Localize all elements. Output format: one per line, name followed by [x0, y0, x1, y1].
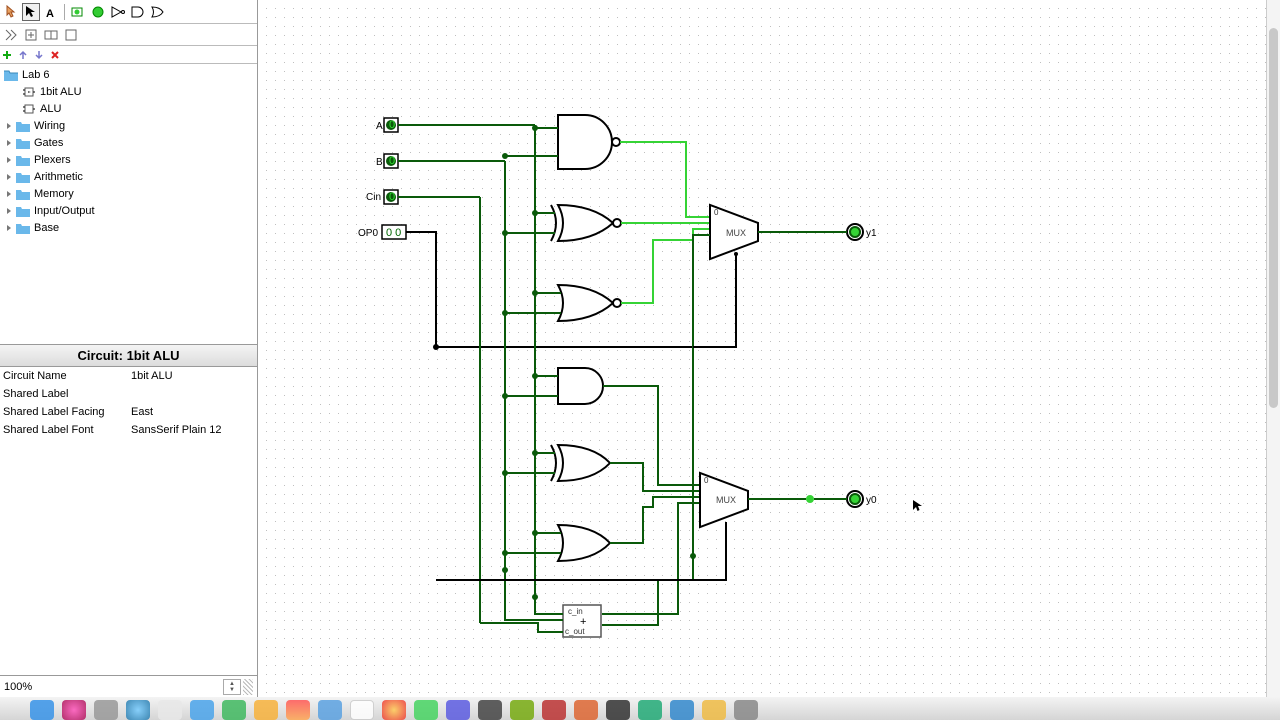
or-gate-tool[interactable]	[149, 3, 167, 21]
folder-icon	[16, 188, 30, 200]
circuit-node[interactable]: 1bit ALU	[0, 83, 257, 100]
zoom-bar: 100% ▲▼	[0, 675, 257, 697]
folder-icon	[16, 171, 30, 183]
zoom-value[interactable]: 100%	[4, 681, 223, 693]
svg-text:y0: y0	[866, 495, 877, 506]
or-gate[interactable]	[558, 525, 610, 561]
lib-arithmetic[interactable]: Arithmetic	[0, 168, 257, 185]
toolbar-separator	[64, 4, 65, 20]
xnor-gate[interactable]	[551, 205, 621, 241]
toolbar-main: A	[0, 0, 257, 24]
and-gate-tool[interactable]	[129, 3, 147, 21]
folder-icon	[16, 154, 30, 166]
zoom-stepper[interactable]: ▲▼	[223, 679, 241, 695]
sim-tool-3[interactable]	[42, 26, 60, 44]
select-tool[interactable]	[22, 3, 40, 21]
prop-row[interactable]: Shared Label	[0, 385, 257, 403]
lib-memory[interactable]: Memory	[0, 185, 257, 202]
output-pin-y0[interactable]: y0	[847, 491, 877, 507]
xor-gate[interactable]	[551, 445, 610, 481]
input-pin-B[interactable]: B 0	[376, 154, 398, 168]
lib-plexers[interactable]: Plexers	[0, 151, 257, 168]
circuit-diagram[interactable]: A 0 B 0 Cin 0 OP0 0 0 y1	[258, 0, 1280, 697]
resize-grip[interactable]	[243, 679, 253, 695]
chevron-right-icon	[4, 138, 14, 148]
chevron-right-icon	[4, 172, 14, 182]
chevron-right-icon	[4, 189, 14, 199]
chevron-right-icon	[4, 121, 14, 131]
svg-text:c_in: c_in	[568, 607, 583, 616]
sim-tool-4[interactable]	[62, 26, 80, 44]
output-pin-y1[interactable]: y1	[847, 224, 877, 240]
text-tool[interactable]: A	[42, 3, 60, 21]
properties-heading: Circuit: 1bit ALU	[0, 344, 257, 367]
svg-text:MUX: MUX	[716, 495, 736, 505]
svg-text:OP0: OP0	[358, 228, 378, 239]
svg-text:0: 0	[704, 476, 709, 485]
svg-text:+: +	[580, 616, 586, 628]
svg-text:A: A	[376, 121, 383, 132]
svg-text:0: 0	[389, 119, 395, 131]
delete-icon[interactable]	[50, 50, 60, 60]
lib-io[interactable]: Input/Output	[0, 202, 257, 219]
svg-text:0: 0	[389, 155, 395, 167]
input-pin-tool[interactable]	[69, 3, 87, 21]
input-pin-OP0[interactable]: OP0 0 0	[358, 225, 406, 239]
chevron-right-icon	[4, 223, 14, 233]
canvas[interactable]: A 0 B 0 Cin 0 OP0 0 0 y1	[258, 0, 1280, 697]
chip-icon	[22, 86, 36, 98]
down-icon[interactable]	[34, 50, 44, 60]
sim-tool-2[interactable]	[22, 26, 40, 44]
prop-row[interactable]: Shared Label FontSansSerif Plain 12	[0, 421, 257, 439]
output-pin-tool[interactable]	[89, 3, 107, 21]
lib-wiring[interactable]: Wiring	[0, 117, 257, 134]
mux-2[interactable]: MUX 0	[700, 473, 748, 527]
folder-icon	[16, 120, 30, 132]
folder-icon	[16, 222, 30, 234]
svg-text:MUX: MUX	[726, 228, 746, 238]
chip-icon	[22, 103, 36, 115]
dock[interactable]	[0, 697, 1280, 720]
input-pin-A[interactable]: A 0	[376, 118, 398, 132]
circuit-label: 1bit ALU	[40, 86, 82, 98]
add-icon[interactable]	[2, 50, 12, 60]
svg-text:A: A	[46, 8, 54, 20]
and-gate[interactable]	[558, 368, 603, 404]
adder-box[interactable]: c_in c_out +	[563, 605, 601, 637]
explorer-tree: Lab 6 1bit ALU ALU Wiring Gates Plexers …	[0, 64, 257, 344]
project-label: Lab 6	[22, 69, 50, 81]
sim-tool-1[interactable]	[2, 26, 20, 44]
svg-text:0: 0	[389, 191, 395, 203]
svg-text:0 0: 0 0	[386, 227, 401, 239]
lib-gates[interactable]: Gates	[0, 134, 257, 151]
lib-base[interactable]: Base	[0, 219, 257, 236]
folder-icon	[16, 137, 30, 149]
circuit-node[interactable]: ALU	[0, 100, 257, 117]
poke-tool[interactable]	[2, 3, 20, 21]
not-gate-tool[interactable]	[109, 3, 127, 21]
chevron-right-icon	[4, 206, 14, 216]
chevron-right-icon	[4, 155, 14, 165]
properties-table: Circuit Name1bit ALU Shared Label Shared…	[0, 367, 257, 675]
prop-row[interactable]: Shared Label FacingEast	[0, 403, 257, 421]
toolbar-edit	[0, 46, 257, 64]
up-icon[interactable]	[18, 50, 28, 60]
circuit-label: ALU	[40, 103, 61, 115]
svg-text:Cin: Cin	[366, 192, 381, 203]
mux-1[interactable]: MUX 0	[710, 205, 758, 259]
folder-icon	[16, 205, 30, 217]
svg-text:B: B	[376, 157, 383, 168]
svg-text:y1: y1	[866, 228, 877, 239]
svg-text:0: 0	[714, 208, 719, 217]
scrollbar-vertical[interactable]	[1266, 0, 1280, 697]
cursor-icon	[913, 500, 922, 511]
nor-gate[interactable]	[558, 285, 621, 321]
folder-icon	[4, 69, 18, 81]
nand-gate[interactable]	[558, 115, 620, 169]
project-node[interactable]: Lab 6	[0, 66, 257, 83]
prop-row[interactable]: Circuit Name1bit ALU	[0, 367, 257, 385]
input-pin-Cin[interactable]: Cin 0	[366, 190, 398, 204]
toolbar-secondary	[0, 24, 257, 46]
svg-text:c_out: c_out	[565, 627, 585, 636]
